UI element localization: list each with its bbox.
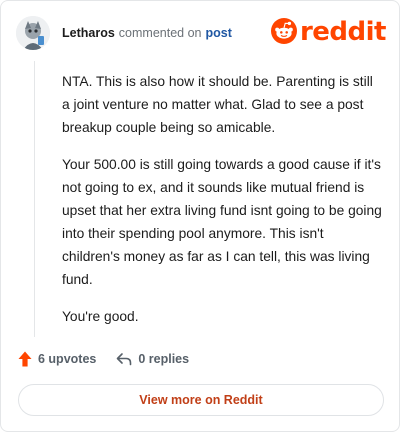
upvotes-button[interactable]: 6 upvotes bbox=[18, 351, 96, 367]
comment-body: NTA. This is also how it should be. Pare… bbox=[62, 70, 384, 342]
action-text: commented on bbox=[118, 26, 202, 40]
comment-paragraph: You're good. bbox=[62, 309, 139, 324]
comment-meta: Letharos commented on post bbox=[62, 26, 232, 40]
replies-button[interactable]: 0 replies bbox=[116, 352, 189, 366]
reply-count: 0 replies bbox=[138, 352, 190, 366]
reply-arrow-icon bbox=[116, 352, 132, 366]
thread-line bbox=[34, 61, 35, 337]
comment-embed-card: Letharos commented on post reddit NTA. T… bbox=[0, 0, 400, 432]
reddit-wordmark: reddit bbox=[299, 17, 387, 47]
comment-paragraph: Your 500.00 is still going towards a goo… bbox=[62, 157, 382, 287]
comment-footer: 6 upvotes 0 replies bbox=[18, 349, 189, 369]
upvote-count: 6 upvotes bbox=[38, 352, 97, 366]
view-more-button[interactable]: View more on Reddit bbox=[18, 384, 384, 416]
reddit-logo[interactable]: reddit bbox=[270, 15, 387, 51]
post-link[interactable]: post bbox=[205, 26, 231, 40]
upvote-arrow-icon bbox=[18, 351, 32, 367]
username-link[interactable]: Letharos bbox=[62, 26, 115, 40]
comment-paragraph: NTA. This is also how it should be. Pare… bbox=[62, 74, 373, 135]
avatar[interactable] bbox=[16, 16, 50, 50]
comment-header: Letharos commented on post reddit bbox=[16, 15, 387, 51]
reddit-snoo-icon bbox=[270, 17, 297, 49]
